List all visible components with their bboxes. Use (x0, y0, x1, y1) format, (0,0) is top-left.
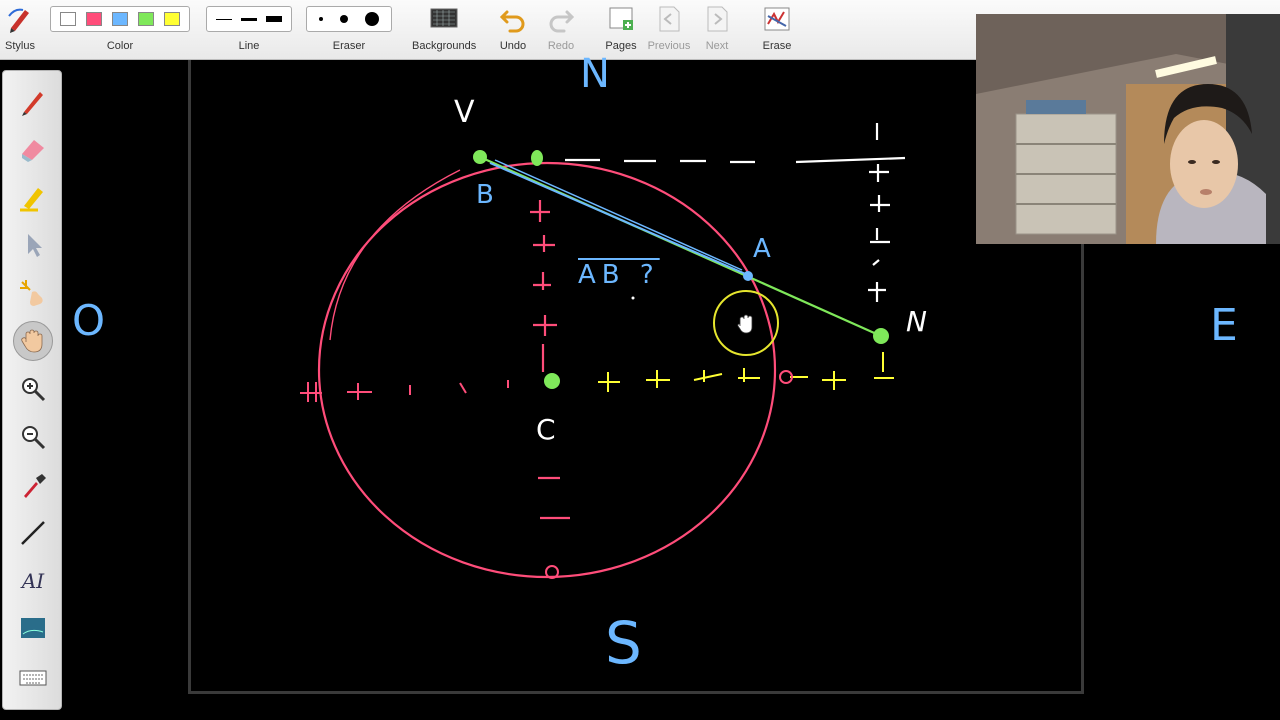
point-n (873, 328, 889, 344)
webcam-frame-image (976, 14, 1280, 244)
label-point-n: N (906, 305, 927, 338)
circle-stroke (317, 161, 777, 579)
label-center-c: C (536, 413, 556, 446)
label-question-ab: AB ? (578, 260, 660, 290)
point-c-center (544, 373, 560, 389)
point-a (743, 271, 753, 281)
horizontal-axis-left-marks (300, 380, 509, 402)
horizontal-axis-right-marks (598, 352, 894, 392)
label-north-top: N (580, 51, 610, 97)
top-dashed-line (565, 156, 906, 164)
vertical-axis-marks (530, 200, 570, 520)
webcam-video (976, 14, 1280, 244)
label-west: O (72, 296, 106, 345)
label-east: E (1210, 300, 1238, 351)
stray-dot (631, 296, 635, 300)
circle-stroke-overlay (329, 169, 461, 341)
point-v (473, 150, 487, 164)
hand-cursor-icon (737, 314, 753, 334)
blue-chord-ab (489, 162, 749, 276)
label-vertex-v: V (454, 95, 475, 130)
point-top-center (531, 150, 543, 166)
blue-chord-ab-overlay (494, 159, 743, 271)
label-south: S (605, 609, 642, 677)
right-vertical-marks (868, 123, 890, 302)
label-point-b: B (476, 180, 494, 210)
label-point-a: A (753, 234, 771, 264)
